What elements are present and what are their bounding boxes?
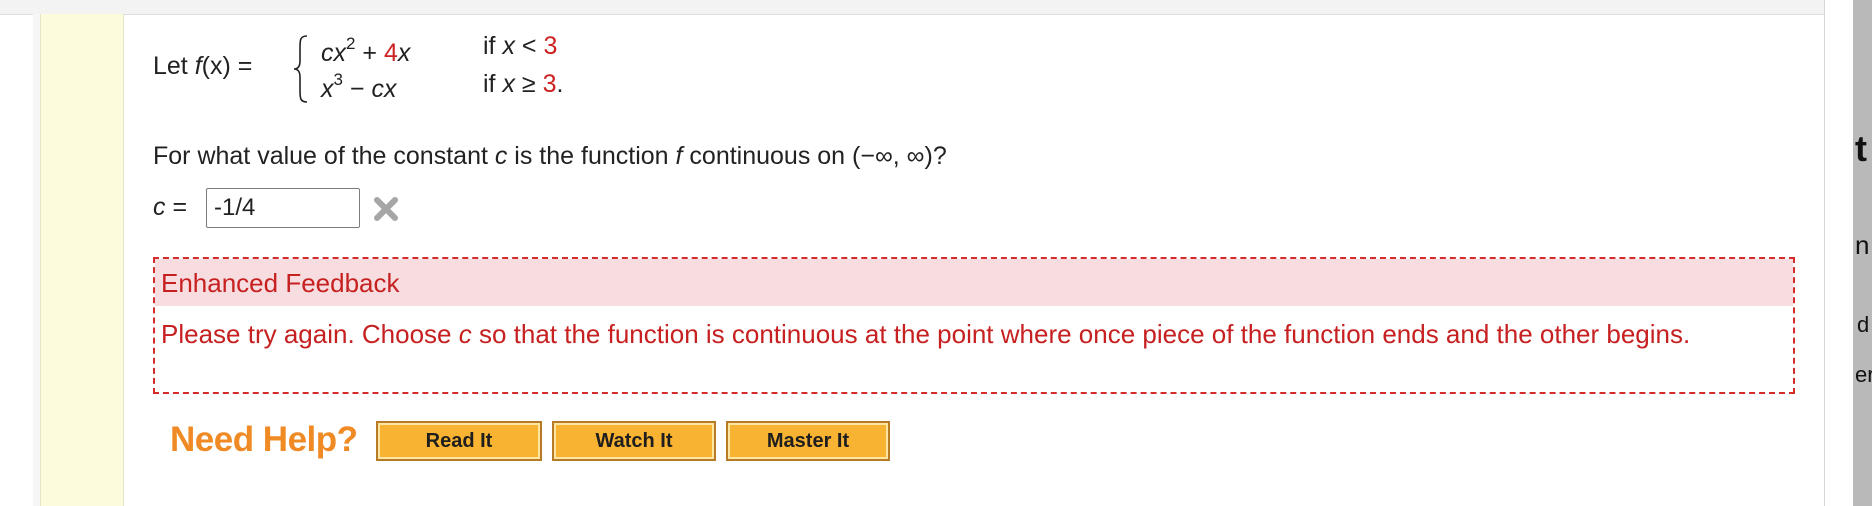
left-edge (33, 14, 40, 506)
edge-text-fragment: t (1855, 128, 1867, 169)
answer-input[interactable] (206, 188, 360, 228)
edge-text-fragment: n (1855, 230, 1870, 260)
question-variable: c (494, 142, 508, 170)
equals-sign: = (230, 52, 253, 80)
piece-operator: − (342, 75, 372, 103)
piece-var: x (502, 70, 515, 98)
answer-equals: = (165, 193, 188, 221)
right-gutter (1825, 0, 1853, 506)
read-it-button[interactable]: Read It (376, 421, 542, 461)
piece-2-condition: if x ≥ 3. (483, 70, 563, 99)
edge-text-fragment: d (1857, 312, 1870, 337)
question-part: continuous on (−∞, ∞)? (682, 142, 947, 170)
piece-boundary: 3 (542, 70, 557, 98)
piece-term: x (397, 39, 411, 67)
x-mark-icon (374, 197, 398, 221)
piece-relation: < (514, 32, 544, 60)
piece-var: x (502, 32, 515, 60)
feedback-part: Please try again. Choose (161, 319, 459, 349)
piece-1-condition: if x < 3 (483, 32, 557, 61)
function-name: f (194, 52, 202, 80)
piece-operator: + (355, 39, 384, 67)
piece-boundary: 3 (543, 32, 558, 60)
piece-term: cx (371, 75, 397, 103)
question-part: For what value of the constant (153, 142, 495, 170)
master-it-button[interactable]: Master It (726, 421, 890, 461)
definition-label: Let f(x) = (153, 52, 252, 81)
piece-1-expression: cx2 + 4x (321, 34, 410, 68)
piece-2-expression: x3 − cx (321, 70, 396, 104)
question-text: For what value of the constant c is the … (153, 142, 947, 171)
function-arg: (x) (201, 52, 231, 80)
question-part: is the function (507, 142, 676, 170)
enhanced-feedback-box: Enhanced Feedback Please try again. Choo… (153, 257, 1795, 394)
piece-end: . (556, 70, 564, 98)
piece-if: if (483, 32, 503, 60)
need-help-label: Need Help? (170, 420, 358, 459)
feedback-variable: c (458, 319, 472, 349)
piece-exponent: 3 (333, 70, 343, 89)
feedback-part: so that the function is continuous at th… (471, 319, 1691, 349)
question-side-bar (40, 14, 124, 506)
let-text: Let (153, 52, 195, 80)
piece-coefficient: 4 (383, 39, 398, 67)
answer-label: c = (153, 193, 187, 222)
answer-variable: c (153, 193, 166, 221)
feedback-title: Enhanced Feedback (161, 268, 400, 298)
watch-it-button[interactable]: Watch It (552, 421, 716, 461)
top-strip (0, 0, 1825, 15)
piece-term: cx (321, 39, 346, 67)
edge-text-fragment: er (1855, 362, 1872, 387)
piece-relation: ≥ (514, 70, 543, 98)
feedback-message: Please try again. Choose c so that the f… (161, 314, 1771, 354)
left-brace-icon (293, 35, 308, 103)
piece-term: x (321, 75, 334, 103)
feedback-header: Enhanced Feedback (155, 259, 1793, 306)
piece-if: if (483, 70, 503, 98)
